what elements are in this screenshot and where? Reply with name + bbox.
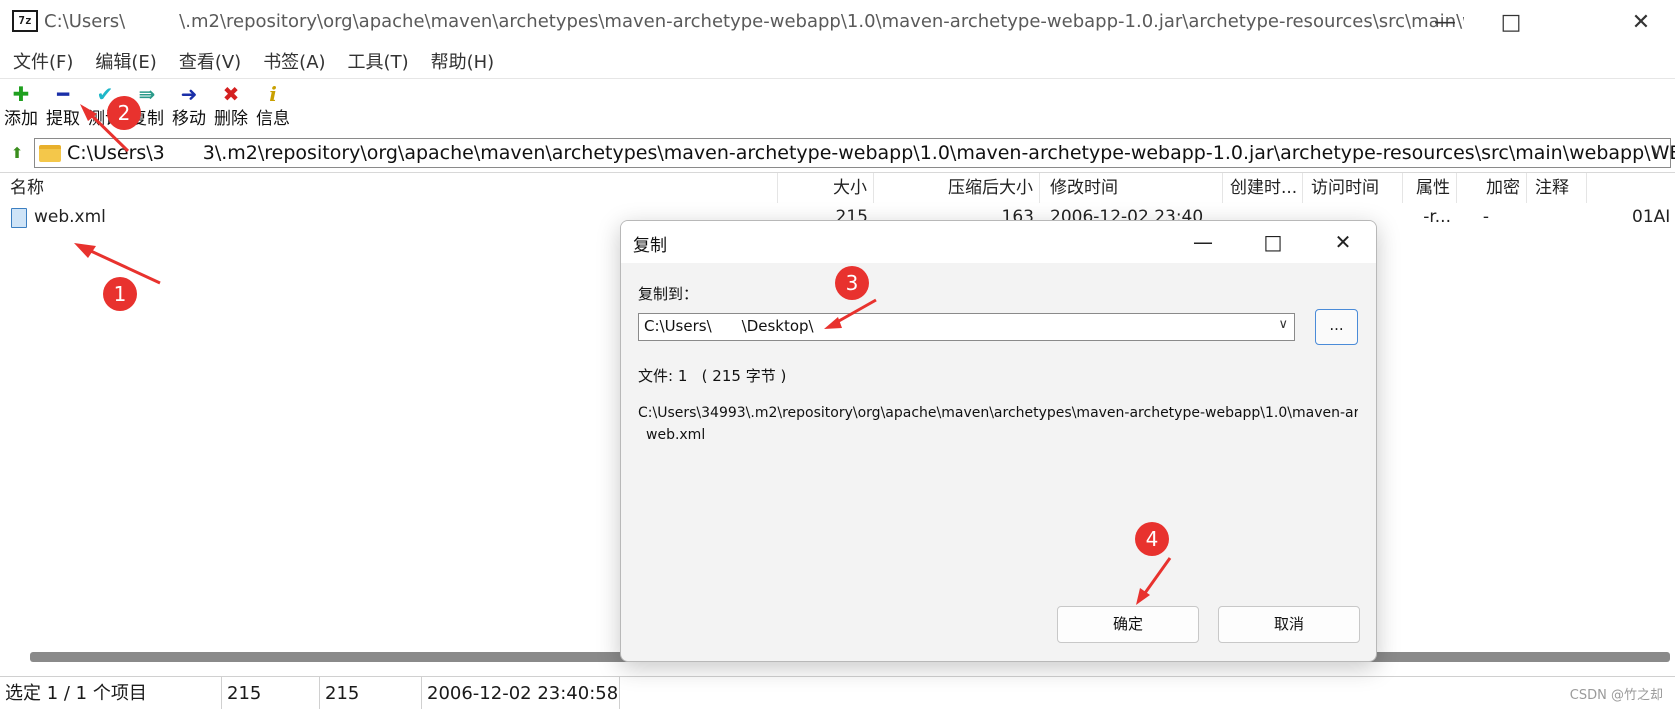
column-header-size[interactable]: 大小 [778,173,874,203]
close-button[interactable]: ✕ [1608,0,1674,44]
address-bar: ⬆ C:\Users\3 3\.m2\repository\org\apache… [0,136,1675,170]
source-path: C:\Users\34993\.m2\repository\org\apache… [638,405,1358,421]
toolbar-delete-button[interactable]: ✖ 删除 [214,79,248,135]
cancel-button[interactable]: 取消 [1218,606,1360,643]
menu-bar: 文件(F) 编辑(E) 查看(V) 书签(A) 工具(T) 帮助(H) [0,44,1675,78]
annotation-badge-3: 3 [835,266,869,300]
column-header-modified[interactable]: 修改时间 [1040,173,1223,203]
menu-edit[interactable]: 编辑(E) [95,48,156,74]
file-name[interactable]: web.xml [34,203,106,231]
menu-help[interactable]: 帮助(H) [431,48,495,74]
toolbar-add-button[interactable]: ✚ 添加 [4,79,38,135]
folder-icon [39,145,61,162]
address-path[interactable]: C:\Users\3 3\.m2\repository\org\apache\m… [67,142,1675,164]
annotation-badge-2: 2 [107,96,141,130]
toolbar-info-button[interactable]: i 信息 [256,79,290,135]
status-size: 215 [222,677,320,709]
source-file-name: web.xml [646,427,706,443]
window-title: C:\Users\ \.m2\repository\org\apache\mav… [44,11,1464,32]
maximize-button[interactable]: □ [1478,0,1544,44]
destination-path[interactable]: C:\Users\ \Desktop\ [644,317,814,335]
minimize-button[interactable]: — [1412,0,1478,44]
destination-combo[interactable]: C:\Users\ \Desktop\ ∨ [638,313,1295,341]
delete-x-icon: ✖ [222,82,240,106]
column-header-attributes[interactable]: 属性 [1403,173,1457,203]
file-icon [11,208,27,228]
dialog-title-bar: 复制 — □ ✕ [621,221,1376,263]
ok-button[interactable]: 确定 [1057,606,1199,643]
dialog-maximize-button[interactable]: □ [1239,221,1307,263]
watermark: CSDN @竹之却 [1569,688,1663,703]
info-icon: i [269,82,277,106]
dialog-close-button[interactable]: ✕ [1309,221,1376,263]
annotation-badge-1: 1 [103,277,137,311]
chevron-down-icon[interactable]: ∨ [1651,142,1662,160]
menu-file[interactable]: 文件(F) [13,48,73,74]
status-bar: 选定 1 / 1 个项目 215 215 2006-12-02 23:40:58… [0,676,1675,709]
column-header-accessed[interactable]: 访问时间 [1303,173,1403,203]
toolbar-add-label: 添加 [4,109,38,129]
status-modified: 2006-12-02 23:40:58 [422,677,620,709]
menu-tools[interactable]: 工具(T) [348,48,409,74]
dialog-title: 复制 [633,236,667,256]
column-header-created[interactable]: 创建时... [1223,173,1303,203]
toolbar-extract-button[interactable]: ━ 提取 [46,79,80,135]
files-info: 文件: 1 ( 215 字节 ) [638,367,787,385]
status-selected: 选定 1 / 1 个项目 [0,677,222,709]
browse-button[interactable]: ... [1315,309,1358,345]
toolbar-move-button[interactable]: ➜ 移动 [172,79,206,135]
plus-icon: ✚ [12,82,30,106]
file-encrypted: - [1482,207,1489,227]
copy-to-label: 复制到： [638,285,699,303]
column-header-encrypted[interactable]: 加密 [1457,173,1527,203]
menu-bookmarks[interactable]: 书签(A) [263,48,325,74]
minus-icon: ━ [56,82,70,106]
toolbar: ✚ 添加 ━ 提取 ✔ 测试 ⇛ 复制 ➜ 移动 ✖ 删除 i 信息 [0,78,1675,134]
annotation-badge-4: 4 [1135,522,1169,556]
file-extra: 01AI [1632,207,1671,227]
toolbar-extract-label: 提取 [46,109,80,129]
arrow-right-icon: ➜ [180,82,198,106]
up-folder-icon[interactable]: ⬆ [6,142,28,164]
dialog-minimize-button[interactable]: — [1169,221,1237,263]
menu-view[interactable]: 查看(V) [179,48,241,74]
column-header-comment[interactable]: 注释 [1527,173,1587,203]
chevron-down-icon[interactable]: ∨ [1278,317,1288,332]
toolbar-info-label: 信息 [256,109,290,129]
address-path-combo[interactable]: C:\Users\3 3\.m2\repository\org\apache\m… [34,138,1675,168]
title-bar: 7z C:\Users\ \.m2\repository\org\apache\… [0,0,1675,44]
copy-dialog: 复制 — □ ✕ 复制到： C:\Users\ \Desktop\ ∨ ... … [620,220,1377,662]
app-7zip-icon: 7z [12,10,38,32]
column-header-packed-size[interactable]: 压缩后大小 [874,173,1040,203]
double-arrow-icon: ⇛ [138,82,156,106]
status-packed: 215 [320,677,422,709]
file-attributes: -r... [1423,207,1451,227]
column-header-name[interactable]: 名称 [0,173,778,203]
toolbar-move-label: 移动 [172,109,206,129]
toolbar-delete-label: 删除 [214,109,248,129]
